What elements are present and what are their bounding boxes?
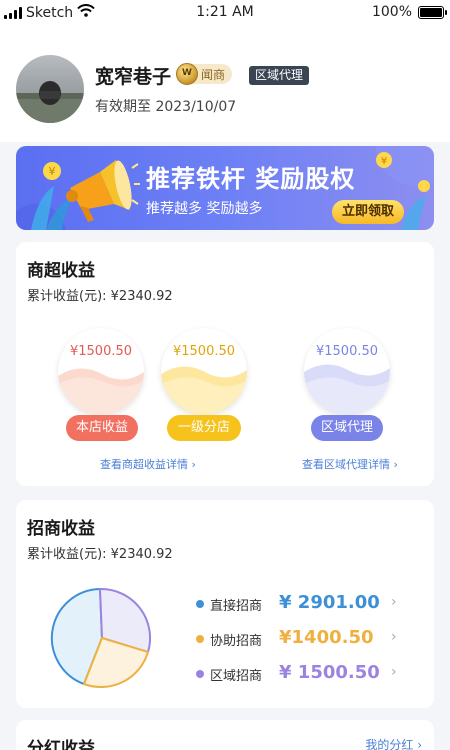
store-income-total: 累计收益(元): ¥2340.92 xyxy=(27,289,173,304)
legend-direct[interactable]: 直接招商 ¥ 2901.00 › xyxy=(196,592,416,616)
svg-text:¥: ¥ xyxy=(381,156,387,167)
legend-value: ¥1400.50 xyxy=(279,627,374,648)
vip-badge: 闻商 xyxy=(176,63,233,85)
svg-text:¥: ¥ xyxy=(49,165,56,178)
legend-value: ¥ 1500.50 xyxy=(279,662,380,683)
banner-subtitle: 推荐越多 奖励越多 xyxy=(146,201,263,217)
promo-banner[interactable]: ¥ ¥ 推荐铁杆 奖励股权 推荐越多 奖励越多 立即领取 xyxy=(16,146,434,230)
store-own-ball[interactable]: ¥1500.50 xyxy=(58,328,144,414)
legend-label: 协助招商 xyxy=(210,634,263,649)
legend-assist[interactable]: 协助招商 ¥1400.50 › xyxy=(196,627,416,651)
store-own-label: 本店收益 xyxy=(66,415,138,441)
regional-agent-ball[interactable]: ¥1500.50 xyxy=(304,328,390,414)
dividend-income-card: 分红收益 我的分红 › xyxy=(16,720,434,750)
chevron-right-icon: › xyxy=(391,629,397,645)
store-own-value: ¥1500.50 xyxy=(69,344,133,359)
my-dividend-link[interactable]: 我的分红 › xyxy=(365,736,422,750)
legend-dot xyxy=(196,600,204,608)
vip-label: 闻商 xyxy=(201,67,226,82)
chevron-right-icon: › xyxy=(391,664,397,680)
regional-agent-value: ¥1500.50 xyxy=(315,344,379,359)
chevron-right-icon: › xyxy=(391,594,397,610)
legend-value: ¥ 2901.00 xyxy=(279,592,380,613)
battery-icon xyxy=(418,5,447,19)
status-right: 100% xyxy=(371,4,447,20)
legend-dot xyxy=(196,670,204,678)
store-income-card: 商超收益 累计收益(元): ¥2340.92 ¥1500.50 本店收益 ¥15… xyxy=(16,242,434,486)
branch-store-value: ¥1500.50 xyxy=(172,344,236,359)
legend-label: 直接招商 xyxy=(210,599,263,614)
battery-percent: 100% xyxy=(371,4,412,20)
dividend-income-title: 分红收益 xyxy=(27,739,95,750)
avatar[interactable] xyxy=(16,55,84,123)
profile-header: 宽窄巷子 闻商 区域代理 有效期至 2023/10/07 xyxy=(0,26,450,142)
megaphone-icon xyxy=(66,160,140,222)
legend-dot xyxy=(196,635,204,643)
claim-button[interactable]: 立即领取 xyxy=(332,200,405,224)
status-bar: Sketch 1:21 AM 100% xyxy=(0,0,450,26)
crown-medal-icon xyxy=(176,63,198,85)
legend-regional[interactable]: 区域招商 ¥ 1500.50 › xyxy=(196,662,416,686)
legend-label: 区域招商 xyxy=(210,669,263,684)
role-tag: 区域代理 xyxy=(249,66,310,85)
store-income-detail-link[interactable]: 查看商超收益详情 › xyxy=(100,456,196,472)
investment-income-total: 累计收益(元): ¥2340.92 xyxy=(27,547,173,562)
branch-store-ball[interactable]: ¥1500.50 xyxy=(161,328,247,414)
store-income-title: 商超收益 xyxy=(27,261,95,281)
investment-income-card: 招商收益 累计收益(元): ¥2340.92 直接招商 ¥ 2901.00 › … xyxy=(16,500,434,708)
regional-agent-detail-link[interactable]: 查看区域代理详情 › xyxy=(302,456,398,472)
regional-agent-label: 区域代理 xyxy=(311,415,383,441)
banner-title: 推荐铁杆 奖励股权 xyxy=(146,165,356,193)
investment-income-title: 招商收益 xyxy=(27,519,95,539)
investment-pie-chart xyxy=(50,587,151,689)
branch-store-label: 一级分店 xyxy=(167,415,241,441)
expiry-date: 有效期至 2023/10/07 xyxy=(95,99,237,115)
username: 宽窄巷子 xyxy=(95,66,172,88)
